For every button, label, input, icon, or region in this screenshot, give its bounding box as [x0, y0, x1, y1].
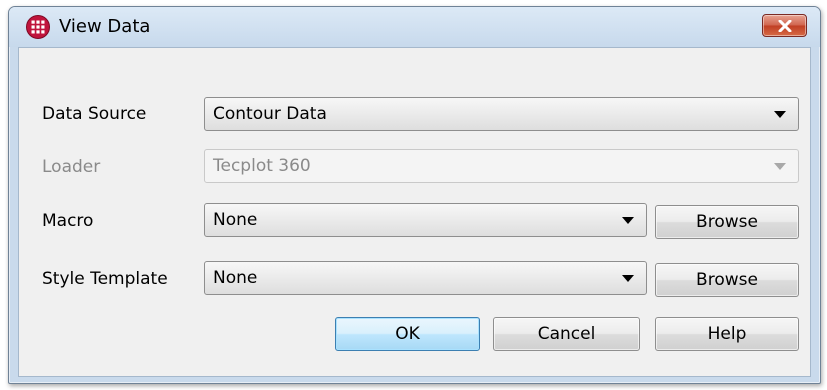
data-source-select[interactable]: Contour Data — [204, 97, 799, 131]
macro-browse-button[interactable]: Browse — [655, 205, 799, 239]
loader-value: Tecplot 360 — [213, 156, 311, 176]
help-button[interactable]: Help — [655, 317, 799, 351]
chevron-down-icon — [622, 275, 634, 282]
ok-button[interactable]: OK — [335, 317, 480, 351]
cancel-button[interactable]: Cancel — [493, 317, 640, 351]
loader-label: Loader — [42, 157, 101, 177]
close-button[interactable] — [762, 14, 807, 37]
macro-select[interactable]: None — [204, 203, 647, 237]
chevron-down-icon — [774, 163, 786, 170]
macro-value: None — [213, 210, 258, 230]
chevron-down-icon — [622, 217, 634, 224]
style-template-select[interactable]: None — [204, 261, 647, 295]
close-icon — [778, 20, 792, 32]
loader-select: Tecplot 360 — [204, 149, 799, 183]
chevron-down-icon — [774, 111, 786, 118]
style-template-value: None — [213, 268, 258, 288]
data-source-label: Data Source — [42, 104, 147, 124]
view-data-dialog: View Data Data Source Contour Data Loade… — [8, 6, 821, 384]
macro-label: Macro — [42, 211, 94, 231]
style-template-label: Style Template — [42, 269, 168, 289]
window-title: View Data — [59, 16, 151, 37]
style-template-browse-button[interactable]: Browse — [655, 263, 799, 297]
data-source-value: Contour Data — [213, 104, 327, 124]
tecplot-grid-icon — [26, 15, 50, 39]
title-bar[interactable]: View Data — [9, 7, 820, 47]
dialog-body: Data Source Contour Data Loader Tecplot … — [18, 47, 811, 377]
